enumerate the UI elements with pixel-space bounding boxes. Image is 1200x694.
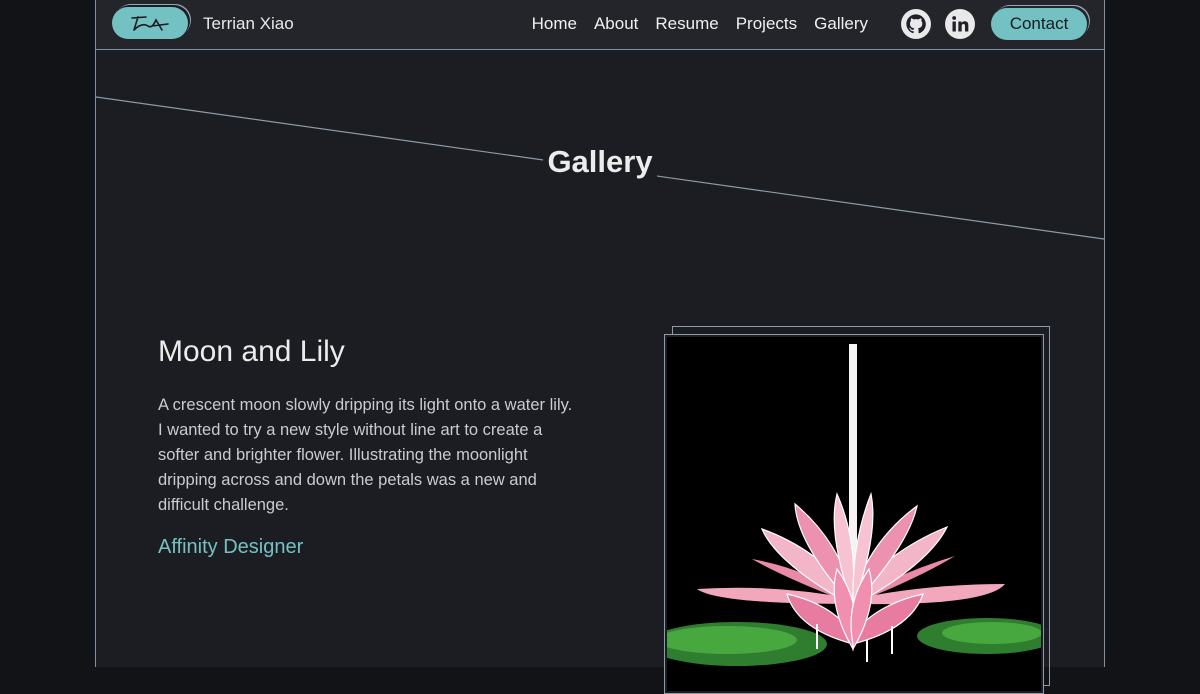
- nav-home[interactable]: Home: [532, 14, 577, 34]
- nav-gallery[interactable]: Gallery: [814, 14, 868, 34]
- page-container: Terrian Xiao Home About Resume Projects …: [95, 0, 1105, 694]
- artwork-image: [667, 337, 1041, 691]
- nav-projects[interactable]: Projects: [736, 14, 797, 34]
- signature-logo-icon: [131, 16, 169, 31]
- artwork-title: Moon and Lily: [158, 335, 345, 368]
- linkedin-icon: [952, 16, 969, 32]
- logo[interactable]: [112, 7, 188, 39]
- github-icon: [906, 14, 926, 34]
- nav-about[interactable]: About: [594, 14, 638, 34]
- artwork-frame[interactable]: [664, 334, 1044, 694]
- artwork-description: A crescent moon slowly dripping its ligh…: [158, 396, 573, 514]
- brand-name[interactable]: Terrian Xiao: [203, 14, 294, 34]
- linkedin-link[interactable]: [945, 9, 975, 39]
- artwork-tool: Affinity Designer: [158, 536, 304, 558]
- contact-button[interactable]: Contact: [991, 8, 1087, 40]
- navbar: Terrian Xiao Home About Resume Projects …: [96, 0, 1104, 50]
- main-nav: Home About Resume Projects Gallery: [532, 14, 868, 34]
- page-title: Gallery: [96, 144, 1104, 180]
- water-lily-illustration: [667, 344, 1041, 684]
- github-link[interactable]: [901, 9, 931, 39]
- nav-resume[interactable]: Resume: [655, 14, 718, 34]
